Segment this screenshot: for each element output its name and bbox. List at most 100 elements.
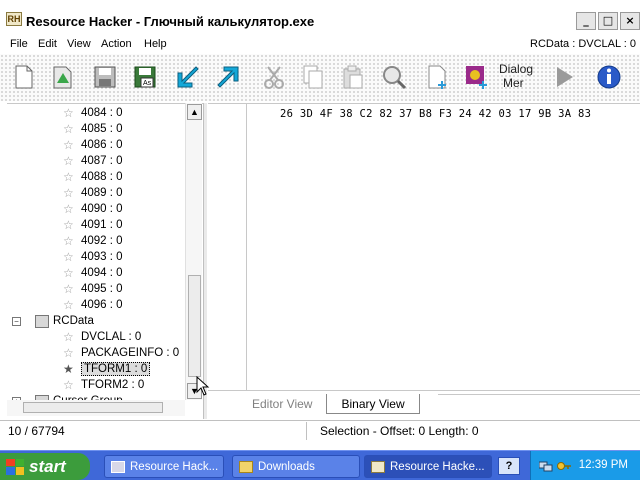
start-label: start (29, 456, 66, 476)
copy-icon[interactable] (298, 62, 328, 92)
cut-icon[interactable] (259, 62, 289, 92)
find-icon[interactable] (379, 62, 409, 92)
tree-item[interactable]: ☆ 4087 : 0 (63, 153, 123, 169)
save-icon[interactable] (90, 62, 120, 92)
toolbar: As Dialog Mer (0, 54, 640, 101)
tree-item-selected[interactable]: ★ TFORM1 : 0 (63, 361, 151, 377)
menu-bar: File Edit View Action Help RCData : DVCL… (0, 35, 640, 53)
tree-item[interactable]: ☆ 4090 : 0 (63, 201, 123, 217)
export-arrow-icon[interactable] (173, 62, 203, 92)
dialog-merge-button[interactable]: Dialog Mer (499, 62, 539, 94)
resource-tree[interactable]: ☆ 4084 : 0 ☆ 4085 : 0 ☆ 4086 : 0 ☆ 4087 : 0 … (7, 103, 205, 419)
status-bar: 10 / 67794 Selection - Offset: 0 Length:… (0, 420, 640, 440)
tree-item[interactable]: ☆ 4095 : 0 (63, 281, 123, 297)
tree-folder-rcdata[interactable]: RCData (35, 313, 94, 329)
tree-item[interactable]: ☆ 4094 : 0 (63, 265, 123, 281)
mouse-cursor-icon (196, 376, 210, 396)
help-icon[interactable]: ? (498, 457, 520, 475)
pane-splitter[interactable] (203, 103, 207, 419)
resource-hacker-icon (371, 460, 385, 473)
maximize-button[interactable]: □ (598, 12, 618, 30)
taskbar-item-downloads[interactable]: Downloads (232, 455, 360, 478)
tree-item[interactable]: ☆ PACKAGEINFO : 0 (63, 345, 179, 361)
tab-baseline (438, 394, 640, 395)
star-icon: ☆ (63, 202, 74, 216)
window-title: Resource Hacker - Глючный калькулятор.ex… (26, 14, 315, 29)
menu-file[interactable]: File (10, 38, 28, 50)
dialog-merge-label: Dialog (499, 62, 534, 76)
tree-item[interactable]: ☆ 4084 : 0 (63, 105, 123, 121)
tree-item[interactable]: ☆ DVCLAL : 0 (63, 329, 141, 345)
menu-action[interactable]: Action (101, 38, 132, 50)
tree-item[interactable]: ☆ 4096 : 0 (63, 297, 123, 313)
star-icon: ☆ (63, 154, 74, 168)
taskbar-item-resource-hacker-2[interactable]: Resource Hacke... (364, 455, 492, 478)
star-icon: ☆ (63, 138, 74, 152)
network-icon[interactable] (539, 460, 553, 472)
status-selection: Selection - Offset: 0 Length: 0 (320, 424, 479, 438)
paste-icon[interactable] (337, 62, 367, 92)
tree-item[interactable]: ☆ TFORM2 : 0 (63, 377, 144, 393)
menu-edit[interactable]: Edit (38, 38, 57, 50)
import-arrow-icon[interactable] (213, 62, 243, 92)
view-tabs: Editor View Binary View (238, 394, 420, 414)
start-button[interactable]: start (0, 453, 90, 480)
windows-flag-icon (6, 458, 24, 475)
add-resource-icon[interactable] (422, 62, 452, 92)
close-button[interactable]: × (620, 12, 640, 30)
tab-editor-view[interactable]: Editor View (238, 394, 326, 414)
star-icon: ☆ (63, 218, 74, 232)
star-icon: ☆ (63, 170, 74, 184)
editor-divider (208, 390, 640, 391)
star-icon: ☆ (63, 378, 74, 392)
svg-text:As: As (143, 80, 152, 87)
tree-vertical-scrollbar[interactable]: ▲ ▼ (185, 103, 202, 400)
star-icon: ☆ (63, 234, 74, 248)
taskbar: start Resource Hack... Downloads Resourc… (0, 450, 640, 480)
tab-binary-view[interactable]: Binary View (326, 394, 420, 414)
scroll-up-arrow-icon[interactable]: ▲ (187, 104, 202, 120)
star-icon: ☆ (63, 186, 74, 200)
open-file-icon[interactable] (48, 62, 78, 92)
minimize-button[interactable]: _ (576, 12, 596, 30)
scroll-thumb[interactable] (23, 402, 163, 413)
run-script-icon[interactable] (549, 62, 579, 92)
scroll-thumb[interactable] (188, 275, 201, 377)
window-icon (111, 460, 125, 473)
tree-item[interactable]: ☆ 4086 : 0 (63, 137, 123, 153)
title-bar: RH Resource Hacker - Глючный калькулятор… (0, 0, 640, 34)
folder-icon (35, 314, 49, 328)
star-icon: ★ (63, 362, 74, 376)
star-icon: ☆ (63, 330, 74, 344)
tree-item[interactable]: ☆ 4089 : 0 (63, 185, 123, 201)
hex-line[interactable]: 26 3D 4F 38 C2 82 37 B8 F3 24 42 03 17 9… (280, 108, 591, 120)
folder-icon (239, 460, 253, 473)
clock: 12:39 PM (578, 459, 628, 471)
save-as-icon[interactable]: As (130, 62, 160, 92)
collapse-toggle[interactable]: − (12, 317, 21, 326)
resource-path: RCData : DVCLAL : 0 (530, 38, 636, 50)
tree-item[interactable]: ☆ 4091 : 0 (63, 217, 123, 233)
tree-item[interactable]: ☆ 4085 : 0 (63, 121, 123, 137)
star-icon: ☆ (63, 106, 74, 120)
key-icon[interactable] (557, 460, 571, 472)
menu-view[interactable]: View (67, 38, 91, 50)
menu-help[interactable]: Help (144, 38, 167, 50)
editor-gutter (246, 104, 247, 391)
star-icon: ☆ (63, 250, 74, 264)
star-icon: ☆ (63, 346, 74, 360)
resource-editor-icon[interactable] (462, 62, 492, 92)
tree-item[interactable]: ☆ 4088 : 0 (63, 169, 123, 185)
tree-horizontal-scrollbar[interactable] (7, 400, 185, 416)
star-icon: ☆ (63, 282, 74, 296)
tree-item[interactable]: ☆ 4093 : 0 (63, 249, 123, 265)
dialog-merge-sublabel: Mer (503, 76, 524, 90)
new-file-icon[interactable] (9, 62, 39, 92)
info-icon[interactable] (594, 62, 624, 92)
system-tray: 12:39 PM (530, 451, 640, 480)
binary-editor[interactable]: 26 3D 4F 38 C2 82 37 B8 F3 24 42 03 17 9… (208, 103, 640, 392)
star-icon: ☆ (63, 298, 74, 312)
taskbar-item-resource-hacker-1[interactable]: Resource Hack... (104, 455, 224, 478)
status-position: 10 / 67794 (8, 424, 65, 438)
tree-item[interactable]: ☆ 4092 : 0 (63, 233, 123, 249)
